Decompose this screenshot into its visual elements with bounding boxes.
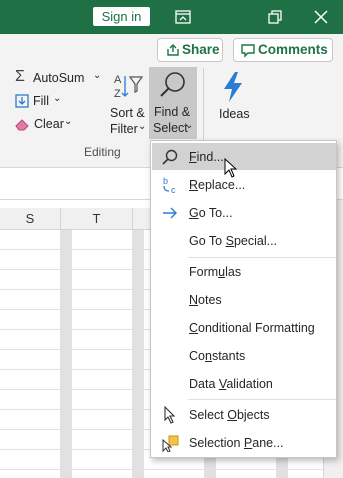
sort-filter-dropdown-icon: ⌄ [138, 121, 147, 132]
comments-label: Comments [258, 42, 328, 57]
find-select-menu: Find... b c Replace... Go To... Go To Sp… [150, 140, 337, 458]
fill-down-icon [15, 94, 29, 108]
menu-item-selection-pane[interactable]: Selection Pane... [152, 429, 336, 456]
menu-separator [188, 399, 336, 400]
eraser-icon [15, 119, 29, 131]
comment-icon [241, 44, 255, 58]
sort-filter-label-1: Sort & [110, 106, 145, 120]
autosum-dropdown-icon: ⌄ [93, 70, 102, 81]
menu-item-label: Replace... [189, 178, 246, 192]
menu-item-formulas[interactable]: Formulas [152, 258, 336, 285]
ribbon-display-icon[interactable] [173, 7, 193, 27]
menu-item-label: Selection Pane... [189, 436, 284, 450]
autosum-icon: Σ [15, 68, 25, 85]
clear-button[interactable]: Clear ⌄ [13, 115, 78, 135]
svg-text:A: A [114, 74, 122, 86]
selection-pane-icon [162, 435, 179, 452]
svg-text:Z: Z [114, 88, 121, 100]
menu-item-label: Notes [189, 293, 222, 307]
menu-item-replace[interactable]: b c Replace... [152, 171, 336, 198]
menu-item-label: Find... [189, 150, 224, 164]
clear-dropdown-icon: ⌄ [64, 116, 73, 127]
title-bar: Sign in [0, 0, 343, 34]
comments-button[interactable]: Comments [233, 38, 333, 62]
search-icon [162, 149, 178, 165]
sort-filter-icon: A Z [114, 74, 144, 100]
column-header-s[interactable]: S [0, 208, 61, 230]
close-icon[interactable] [311, 7, 331, 27]
fill-dropdown-icon: ⌄ [53, 93, 62, 104]
menu-item-notes[interactable]: Notes [152, 286, 336, 313]
find-select-label-1: Find & [154, 105, 191, 119]
column-header-t[interactable]: T [61, 208, 133, 230]
find-select-label-2: Select [153, 121, 188, 135]
sort-filter-label-2: Filter [110, 122, 138, 136]
lightning-icon [224, 72, 242, 102]
menu-item-label: Constants [189, 349, 246, 363]
menu-item-label: Conditional Formatting [189, 321, 315, 335]
replace-icon: b c [163, 176, 176, 194]
arrow-right-icon [163, 207, 177, 219]
menu-item-label: Formulas [189, 265, 242, 279]
share-label: Share [182, 42, 220, 57]
share-icon [167, 44, 179, 56]
menu-item-find[interactable]: Find... [152, 143, 336, 178]
find-select-button[interactable]: Find & Select ⌄ [149, 67, 197, 139]
sign-in-button[interactable]: Sign in [93, 7, 150, 26]
menu-item-go-to[interactable]: Go To... [152, 199, 336, 226]
menu-item-go-to-special[interactable]: Go To Special... [152, 227, 336, 254]
search-icon [160, 72, 185, 97]
menu-item-label: Data Validation [189, 377, 273, 391]
sort-filter-button[interactable]: A Z Sort & Filter ⌄ [106, 69, 148, 139]
share-button[interactable]: Share [157, 38, 223, 62]
pointer-icon [164, 406, 176, 424]
fill-button[interactable]: Fill ⌄ [13, 92, 73, 112]
autosum-label: AutoSum [33, 71, 85, 85]
ideas-label: Ideas [219, 107, 250, 121]
autosum-button[interactable]: Σ AutoSum ⌄ [13, 68, 103, 89]
fill-label: Fill [33, 94, 49, 108]
menu-item-select-objects[interactable]: Select Objects [152, 401, 336, 428]
menu-item-data-validation[interactable]: Data Validation [152, 370, 336, 397]
ideas-button[interactable]: Ideas [210, 69, 256, 129]
svg-text:b: b [163, 176, 168, 186]
menu-item-conditional-formatting[interactable]: Conditional Formatting [152, 314, 336, 341]
menu-item-label: Select Objects [189, 408, 270, 422]
menu-item-label: Go To... [189, 206, 233, 220]
restore-icon[interactable] [265, 7, 285, 27]
clear-label: Clear [34, 117, 64, 131]
svg-text:c: c [171, 185, 176, 194]
editing-group-label: Editing [84, 145, 121, 159]
menu-item-label: Go To Special... [189, 234, 278, 248]
find-select-dropdown-icon: ⌄ [185, 120, 194, 131]
menu-item-constants[interactable]: Constants [152, 342, 336, 369]
